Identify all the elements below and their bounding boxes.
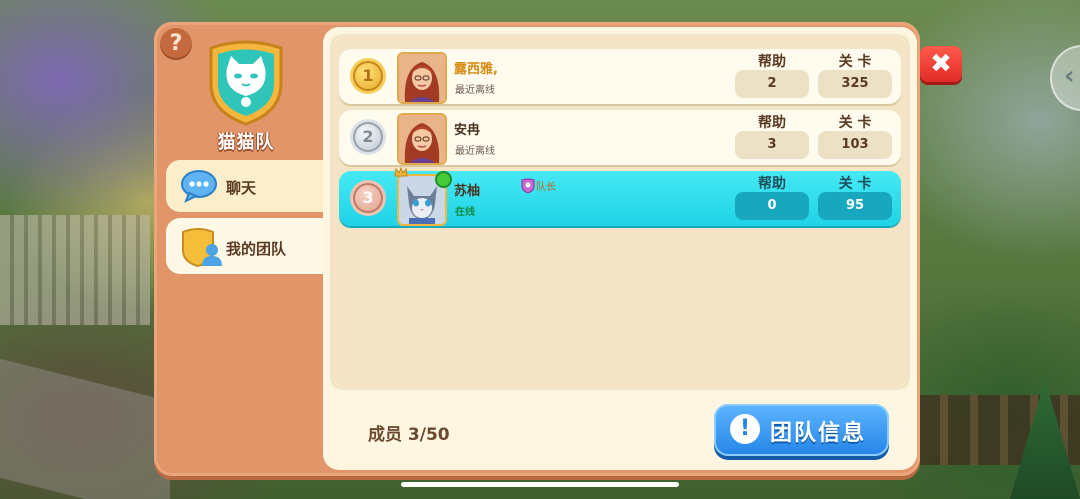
rank-medal-bronze: 3 <box>353 183 383 213</box>
leader-badge: 队长 <box>521 178 556 194</box>
close-button[interactable]: ✖ <box>920 46 962 82</box>
rank-medal-gold: 1 <box>353 61 383 91</box>
help-column-header: 帮助 <box>758 176 786 192</box>
leader-shield-icon <box>521 178 535 193</box>
close-icon: ✖ <box>930 49 952 79</box>
member-row[interactable]: 2 安冉 最近离线 帮助 关 卡 3 103 <box>339 110 901 165</box>
team-members-icon <box>182 228 222 268</box>
member-status: 最近离线 <box>455 85 495 96</box>
member-name: 苏柚 <box>454 184 481 199</box>
help-column-header: 帮助 <box>758 54 786 70</box>
online-indicator <box>435 171 452 188</box>
crown-icon <box>394 167 408 177</box>
level-count: 103 <box>818 131 892 159</box>
level-count: 325 <box>818 70 892 98</box>
rank-medal-silver: 2 <box>353 122 383 152</box>
chevron-left-icon: ‹ <box>1064 61 1075 91</box>
chat-bubble-icon <box>181 170 217 203</box>
avatar <box>397 113 447 165</box>
member-status: 在线 <box>455 207 475 218</box>
background-fence <box>0 215 150 325</box>
avatar <box>397 52 447 104</box>
level-column-header: 关 卡 <box>838 115 872 131</box>
sidebar-item-chat[interactable]: 聊天 <box>166 160 324 212</box>
member-status: 最近离线 <box>455 146 495 157</box>
level-column-header: 关 卡 <box>838 176 872 192</box>
cat-shield-icon <box>209 40 283 126</box>
team-name: 猫猫队 <box>217 132 275 153</box>
member-name: 露西雅, <box>454 62 498 77</box>
team-info-button[interactable]: ! 团队信息 <box>714 404 889 456</box>
help-count: 3 <box>735 131 809 159</box>
team-info-label: 团队信息 <box>770 421 867 446</box>
leader-badge-label: 队长 <box>536 182 556 193</box>
members-count: 成员 3/50 <box>368 425 450 445</box>
sidebar-item-label: 聊天 <box>226 179 257 197</box>
sidebar-item-my-team[interactable]: 我的团队 <box>166 218 324 274</box>
help-button[interactable]: ? <box>160 28 192 60</box>
member-row[interactable]: 1 露西雅, 最近离线 帮助 关 卡 2 325 <box>339 49 901 104</box>
help-count: 0 <box>735 192 809 220</box>
background-path <box>0 358 170 499</box>
sidebar-item-label: 我的团队 <box>226 240 287 258</box>
level-count: 95 <box>818 192 892 220</box>
info-icon: ! <box>730 414 760 444</box>
help-count: 2 <box>735 70 809 98</box>
member-row-self[interactable]: 3 苏柚 队长 在线 帮助 关 卡 0 95 <box>339 167 901 226</box>
member-name: 安冉 <box>454 123 481 138</box>
help-column-header: 帮助 <box>758 115 786 131</box>
level-column-header: 关 卡 <box>838 54 872 70</box>
home-indicator-bar[interactable] <box>401 482 679 487</box>
